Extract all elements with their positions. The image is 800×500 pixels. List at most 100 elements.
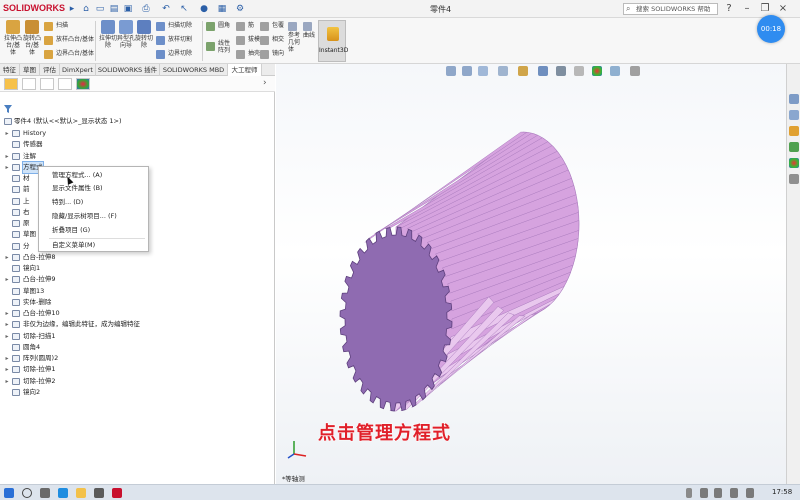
tree-item-label: 切除-拉伸2 (23, 376, 56, 385)
design-library-icon[interactable] (789, 110, 799, 120)
menu-item-document-properties[interactable]: 显示文件属性 (B) (39, 182, 148, 195)
extruded-boss-button[interactable]: 拉伸凸台/基体 (3, 20, 23, 56)
menu-item-go-to[interactable]: 特到... (D) (39, 196, 148, 209)
expand-arrow-icon[interactable]: ▸ (3, 331, 11, 342)
boundary-boss-button[interactable]: 边界凸台/基体 (44, 48, 94, 60)
options-icon[interactable]: ⚙ (234, 3, 246, 15)
file-explorer-icon[interactable] (789, 126, 799, 136)
display-manager-icon[interactable] (76, 78, 90, 90)
edge-browser-icon[interactable] (58, 488, 68, 498)
volume-icon[interactable] (714, 488, 722, 498)
shell-button[interactable]: 抽壳 (236, 48, 260, 60)
tree-item-label: 圆角4 (23, 342, 41, 351)
feature-manager-icon[interactable] (4, 78, 18, 90)
reference-geometry-button[interactable]: 参考几何体 (288, 20, 302, 60)
expand-arrow-icon[interactable]: ▸ (3, 252, 11, 263)
solidworks-logo: SOLIDWORKS (3, 3, 65, 13)
rib-button[interactable]: 筋 (236, 20, 254, 32)
tray-up-arrow-icon[interactable] (686, 488, 692, 498)
expand-arrow-icon[interactable]: ▸ (3, 364, 11, 375)
view-palette-icon[interactable] (789, 142, 799, 152)
print-icon[interactable]: ⎙ (140, 3, 152, 15)
swept-cut-button[interactable]: 扫描切除 (156, 20, 192, 32)
tab-sketch[interactable]: 草图 (20, 64, 40, 76)
solidworks-taskbar-icon[interactable] (112, 488, 122, 498)
fillet-label: 圆角 (218, 22, 231, 29)
expand-arrow-icon[interactable]: ▸ (3, 353, 11, 364)
search-icon[interactable] (22, 488, 32, 498)
rebuild-icon[interactable]: ● (198, 3, 210, 15)
windows-start-icon[interactable] (4, 488, 14, 498)
configuration-manager-icon[interactable] (40, 78, 54, 90)
filter-icon[interactable] (4, 105, 12, 113)
minimize-button[interactable]: – (740, 2, 754, 16)
tree-item-label: 镜向2 (23, 387, 41, 396)
menu-arrow-icon[interactable]: ▸ (66, 3, 78, 15)
tree-item-label: 原 (23, 219, 30, 227)
dimxpert-manager-icon[interactable] (58, 78, 72, 90)
instant3d-button[interactable]: Instant3D (318, 20, 348, 62)
undo-icon[interactable]: ↶ (160, 3, 172, 15)
draft-button[interactable]: 拔模 (236, 34, 260, 46)
hole-wizard-button[interactable]: 异型孔向导 (116, 20, 136, 49)
fillet-button[interactable]: 圆角 (206, 20, 230, 32)
expand-arrow-icon[interactable]: ▸ (3, 274, 11, 285)
extruded-cut-button[interactable]: 拉伸切除 (98, 20, 118, 49)
tab-features[interactable]: 特征 (0, 64, 20, 76)
home-icon[interactable]: ⌂ (80, 3, 92, 15)
file-properties-icon[interactable]: ▦ (216, 3, 228, 15)
help-search-input[interactable]: ⌕ 搜索 SOLIDWORKS 帮助 (623, 3, 718, 15)
menu-item-collapse-items[interactable]: 折叠项目 (G) (39, 224, 148, 237)
revolved-boss-button[interactable]: 旋转凸台/基体 (22, 20, 42, 56)
tree-item-label: 材 (23, 174, 30, 182)
recording-timer-badge[interactable]: 00:18 (757, 15, 785, 43)
loft-boss-button[interactable]: 放样凸台/基体 (44, 34, 94, 46)
linear-pattern-button[interactable]: 线性阵列 (206, 40, 230, 54)
draft-label: 拔模 (248, 36, 261, 43)
chevron-right-icon[interactable]: › (263, 78, 267, 88)
help-icon[interactable]: ? (722, 2, 736, 16)
restore-button[interactable]: ❐ (758, 2, 772, 16)
graphics-viewport[interactable]: *等轴测 点击管理方程式 (276, 64, 786, 484)
menu-item-hide-show-tree[interactable]: 隐藏/显示树项目... (F) (39, 210, 148, 223)
menu-item-manage-equations[interactable]: 管理方程式... (A) (39, 169, 148, 182)
save-icon[interactable]: ▣ (122, 3, 134, 15)
intersect-button[interactable]: 相交 (260, 34, 284, 46)
lofted-cut-button[interactable]: 放样切割 (156, 34, 192, 46)
sweep-button[interactable]: 扫描 (44, 20, 68, 32)
expand-arrow-icon[interactable]: ▸ (3, 319, 11, 330)
mirror-button[interactable]: 镜向 (260, 48, 284, 60)
select-icon[interactable]: ↖ (178, 3, 190, 15)
custom-properties-icon[interactable] (789, 174, 799, 184)
wrap-button[interactable]: 包覆 (260, 20, 284, 32)
boundary-cut-button[interactable]: 边界切除 (156, 48, 192, 60)
file-explorer-icon[interactable] (76, 488, 86, 498)
expand-arrow-icon[interactable]: ▸ (3, 308, 11, 319)
network-icon[interactable] (700, 488, 708, 498)
menu-item-customize-menu[interactable]: 自定义菜单(M) (39, 239, 148, 252)
task-view-icon[interactable] (40, 488, 50, 498)
store-icon[interactable] (94, 488, 104, 498)
revolved-cut-button[interactable]: 旋转切除 (134, 20, 154, 49)
tree-item-label: 草图13 (23, 286, 45, 295)
input-method-icon[interactable] (746, 488, 754, 498)
expand-arrow-icon[interactable]: ▸ (3, 162, 11, 173)
expand-arrow-icon[interactable]: ▸ (3, 128, 11, 139)
open-icon[interactable]: ▤ (108, 3, 120, 15)
tab-solidworks-addins[interactable]: SOLIDWORKS 插件 (96, 64, 160, 76)
tab-solidworks-mbd[interactable]: SOLIDWORKS MBD (160, 64, 228, 76)
solidworks-resources-icon[interactable] (789, 94, 799, 104)
new-document-icon[interactable]: ▭ (94, 3, 106, 15)
tree-item-label: 上 (23, 196, 30, 205)
expand-arrow-icon[interactable]: ▸ (3, 376, 11, 387)
appearances-icon[interactable] (789, 158, 799, 168)
tab-evaluate[interactable]: 评估 (40, 64, 60, 76)
curves-button[interactable]: 曲线 (303, 20, 317, 60)
tab-dimxpert[interactable]: DimXpert (60, 64, 96, 76)
close-button[interactable]: × (776, 2, 790, 16)
battery-icon[interactable] (730, 488, 738, 498)
expand-arrow-icon[interactable]: ▸ (3, 151, 11, 162)
property-manager-icon[interactable] (22, 78, 36, 90)
tab-engineer[interactable]: 大工程师 (228, 64, 262, 76)
extruded-cut-label: 拉伸切除 (98, 35, 117, 49)
